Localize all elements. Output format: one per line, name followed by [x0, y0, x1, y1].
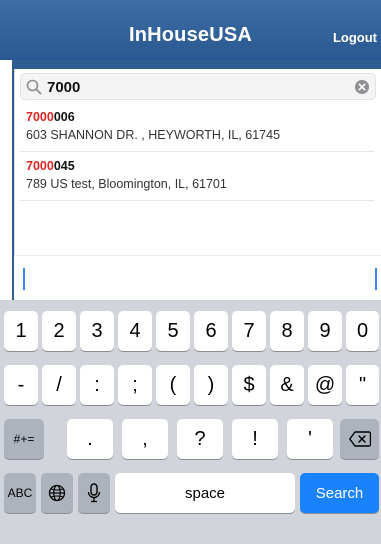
key-quote[interactable]: " — [346, 365, 379, 405]
search-key[interactable]: Search — [300, 473, 379, 513]
result-address: 789 US test, Bloomington, IL, 61701 — [26, 177, 227, 191]
search-icon — [25, 78, 43, 96]
globe-icon — [48, 484, 66, 502]
key-open-paren[interactable]: ( — [156, 365, 190, 405]
text-cursor — [23, 268, 25, 290]
key-0[interactable]: 0 — [346, 311, 379, 351]
key-4[interactable]: 4 — [118, 311, 152, 351]
microphone-icon — [87, 483, 101, 503]
navigation-bar: InHouseUSA Logout — [0, 0, 381, 60]
app-title: InHouseUSA — [128, 24, 253, 46]
key-colon[interactable]: : — [80, 365, 114, 405]
key-symbols-toggle[interactable]: #+= — [4, 419, 44, 459]
result-address: 603 SHANNON DR. , HEYWORTH, IL, 61745 — [26, 128, 281, 142]
key-3[interactable]: 3 — [80, 311, 114, 351]
key-2[interactable]: 2 — [42, 311, 76, 351]
result-id-match: 7000 — [26, 110, 54, 124]
key-9[interactable]: 9 — [308, 311, 342, 351]
key-5[interactable]: 5 — [156, 311, 190, 351]
backspace-icon — [348, 431, 371, 447]
keyboard: 1 2 3 4 5 6 7 8 9 0 - / : ; ( ) $ & @ " … — [0, 300, 381, 544]
key-hyphen[interactable]: - — [4, 365, 38, 405]
key-at[interactable]: @ — [308, 365, 342, 405]
microphone-key[interactable] — [78, 473, 110, 513]
result-item[interactable]: 7000006 603 SHANNON DR. , HEYWORTH, IL, … — [19, 107, 374, 152]
key-close-paren[interactable]: ) — [194, 365, 228, 405]
key-6[interactable]: 6 — [194, 311, 228, 351]
key-question[interactable]: ? — [177, 419, 223, 459]
logout-button[interactable]: Logout — [333, 30, 377, 45]
search-bar[interactable] — [20, 73, 376, 100]
backspace-key[interactable] — [340, 419, 379, 459]
clear-text-icon[interactable] — [354, 79, 370, 95]
key-apostrophe[interactable]: ' — [287, 419, 333, 459]
space-key[interactable]: space — [115, 473, 295, 513]
search-input[interactable] — [47, 77, 347, 97]
key-dollar[interactable]: $ — [232, 365, 266, 405]
key-period[interactable]: . — [67, 419, 113, 459]
key-8[interactable]: 8 — [270, 311, 304, 351]
result-id: 7000045 — [26, 159, 75, 173]
key-ampersand[interactable]: & — [270, 365, 304, 405]
result-id-match: 7000 — [26, 159, 54, 173]
text-cursor-end — [375, 268, 377, 290]
key-comma[interactable]: , — [122, 419, 168, 459]
globe-key[interactable] — [41, 473, 73, 513]
result-id: 7000006 — [26, 110, 75, 124]
result-id-rest: 045 — [53, 159, 75, 173]
key-abc[interactable]: ABC — [4, 473, 36, 513]
key-slash[interactable]: / — [42, 365, 76, 405]
key-7[interactable]: 7 — [232, 311, 266, 351]
result-id-rest: 006 — [53, 110, 75, 124]
result-item[interactable]: 7000045 789 US test, Bloomington, IL, 61… — [19, 156, 374, 201]
text-entry-line[interactable] — [14, 255, 381, 299]
key-exclamation[interactable]: ! — [232, 419, 278, 459]
key-1[interactable]: 1 — [4, 311, 38, 351]
key-semicolon[interactable]: ; — [118, 365, 152, 405]
